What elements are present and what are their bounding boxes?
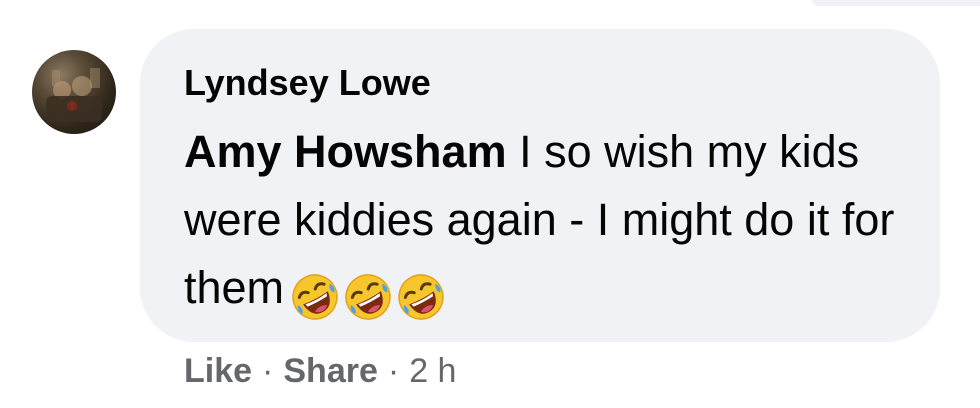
timestamp[interactable]: 2 h bbox=[409, 352, 456, 390]
share-button[interactable]: Share bbox=[283, 352, 378, 390]
rolling-on-floor-laughing-emoji bbox=[345, 274, 391, 320]
previous-comment-bubble-edge bbox=[812, 0, 980, 6]
emoji-group bbox=[290, 260, 449, 328]
comment-body: Amy Howsham I so wish my kids were kiddi… bbox=[184, 118, 904, 328]
like-button[interactable]: Like bbox=[184, 352, 252, 390]
avatar-photo bbox=[46, 68, 102, 122]
avatar[interactable] bbox=[32, 50, 116, 134]
rolling-on-floor-laughing-emoji bbox=[398, 274, 444, 320]
separator: · bbox=[387, 352, 400, 390]
separator: · bbox=[262, 352, 274, 390]
comment-actions: Like · Share · 2 h bbox=[184, 352, 456, 391]
mention-link[interactable]: Amy Howsham bbox=[184, 126, 507, 177]
comment-author-name[interactable]: Lyndsey Lowe bbox=[184, 62, 431, 104]
rolling-on-floor-laughing-emoji bbox=[292, 274, 338, 320]
